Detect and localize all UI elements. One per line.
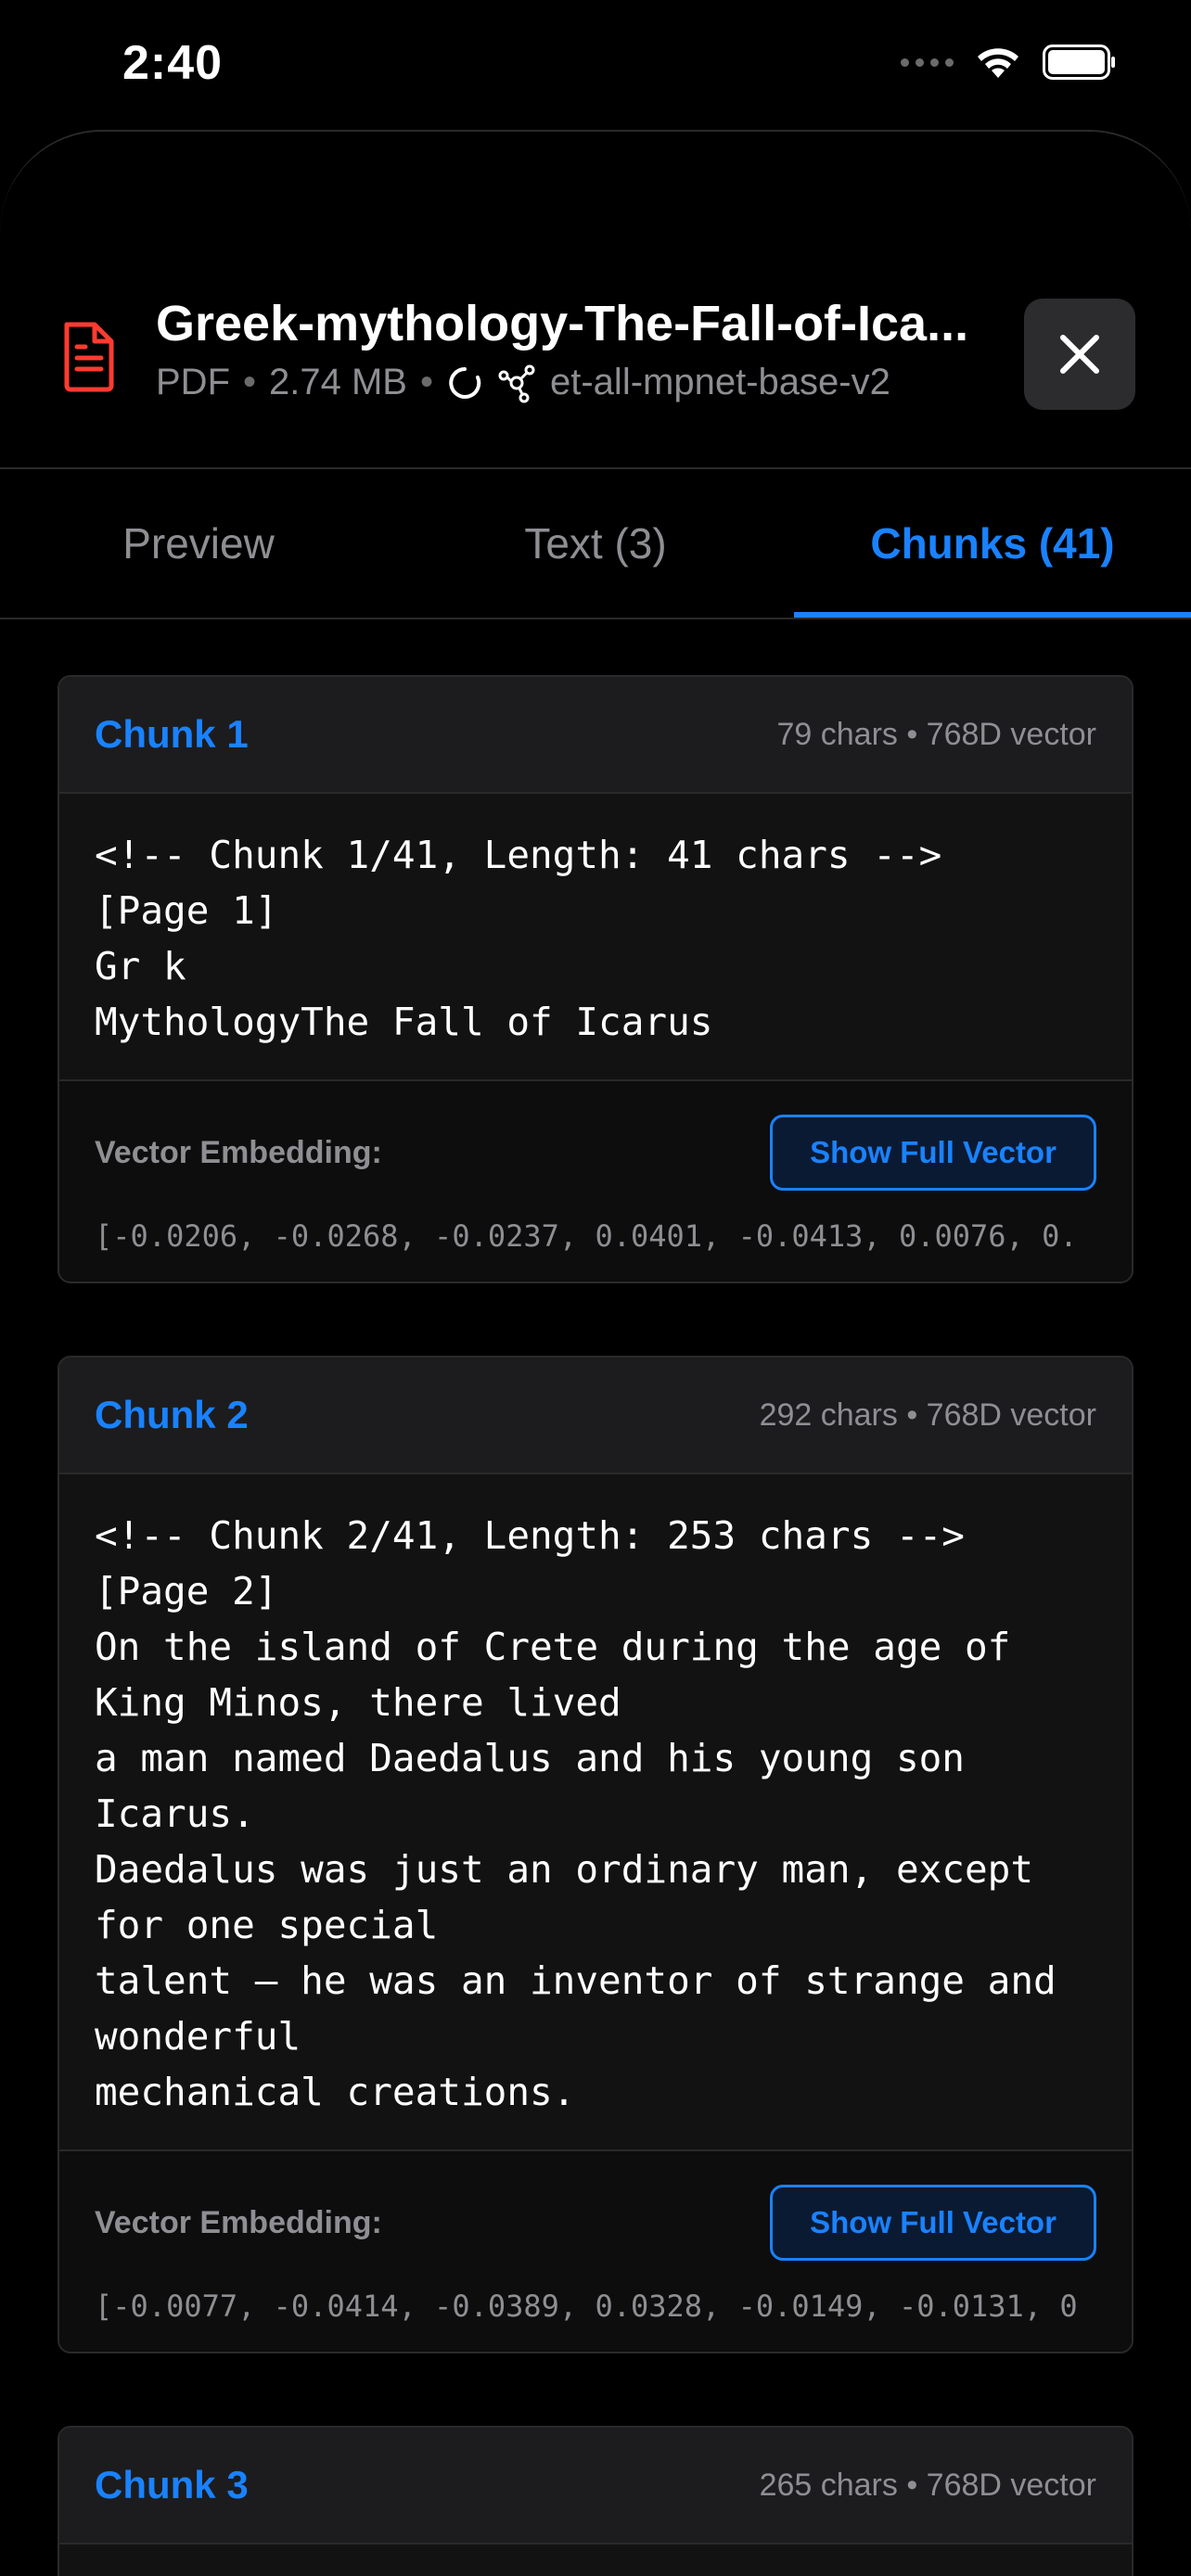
chunk-header: Chunk 2 292 chars • 768D vector — [59, 1358, 1132, 1474]
file-type: PDF — [156, 362, 230, 402]
chunk-header: Chunk 1 79 chars • 768D vector — [59, 677, 1132, 794]
chunk-info: 79 chars • 768D vector — [776, 716, 1096, 752]
chunk-title: Chunk 1 — [95, 712, 249, 756]
vector-values: [-0.0206, -0.0268, -0.0237, 0.0401, -0.0… — [95, 1218, 1078, 1254]
chunk-card: Chunk 1 79 chars • 768D vector <!-- Chun… — [58, 675, 1133, 1283]
tab-chunks[interactable]: Chunks (41) — [794, 469, 1191, 618]
chunk-body: <!-- Chunk 1/41, Length: 41 chars --> [P… — [59, 794, 1132, 1081]
loading-spinner-icon — [449, 366, 481, 399]
chunk-title: Chunk 3 — [95, 2463, 249, 2506]
wifi-icon — [978, 48, 1018, 78]
document-icon — [64, 322, 114, 392]
close-button[interactable] — [1024, 299, 1135, 410]
vector-section: Vector Embedding: Show Full Vector [-0.0… — [59, 1081, 1132, 1282]
embedding-model: et-all-mpnet-base-v2 — [550, 362, 890, 402]
show-full-vector-button[interactable]: Show Full Vector — [770, 2185, 1096, 2261]
chunk-card: Chunk 2 292 chars • 768D vector <!-- Chu… — [58, 1356, 1133, 2353]
vector-label: Vector Embedding: — [95, 1134, 382, 1170]
vector-values: [-0.0077, -0.0414, -0.0389, 0.0328, -0.0… — [95, 2289, 1078, 2324]
chunk-title: Chunk 2 — [95, 1393, 249, 1436]
meta-separator: • — [243, 362, 257, 402]
chunk-info: 292 chars • 768D vector — [759, 1396, 1096, 1433]
file-meta: PDF • 2.74 MB • et-all-mpnet-base-v2 — [156, 362, 890, 403]
molecule-icon — [498, 364, 535, 402]
meta-separator: • — [419, 362, 433, 402]
show-full-vector-button[interactable]: Show Full Vector — [770, 1115, 1096, 1191]
signal-icon — [901, 57, 954, 67]
file-size: 2.74 MB — [269, 362, 407, 402]
tab-text[interactable]: Text (3) — [397, 469, 794, 618]
vector-section: Vector Embedding: Show Full Vector [-0.0… — [59, 2151, 1132, 2352]
chunk-text: <!-- Chunk 2/41, Length: 253 chars --> [… — [95, 1513, 1057, 2114]
status-icons — [901, 45, 1117, 80]
chunk-text: <!-- Chunk 1/41, Length: 41 chars --> [P… — [95, 833, 942, 1044]
tab-bar: Preview Text (3) Chunks (41) — [0, 469, 1191, 618]
vector-label: Vector Embedding: — [95, 2204, 382, 2240]
file-name: Greek-mythology-The-Fall-of-Ica... — [156, 296, 969, 351]
battery-icon — [1043, 45, 1115, 80]
chunk-info: 265 chars • 768D vector — [759, 2467, 1096, 2503]
status-bar: 2:40 — [0, 0, 1191, 130]
status-time: 2:40 — [122, 36, 224, 90]
tabs-divider — [0, 618, 1191, 619]
chunk-card: Chunk 3 265 chars • 768D vector — [58, 2426, 1133, 2576]
chunk-body: <!-- Chunk 2/41, Length: 253 chars --> [… — [59, 1474, 1132, 2151]
close-icon — [1060, 335, 1099, 374]
chunk-header: Chunk 3 265 chars • 768D vector — [59, 2428, 1132, 2544]
tab-preview[interactable]: Preview — [0, 469, 397, 618]
